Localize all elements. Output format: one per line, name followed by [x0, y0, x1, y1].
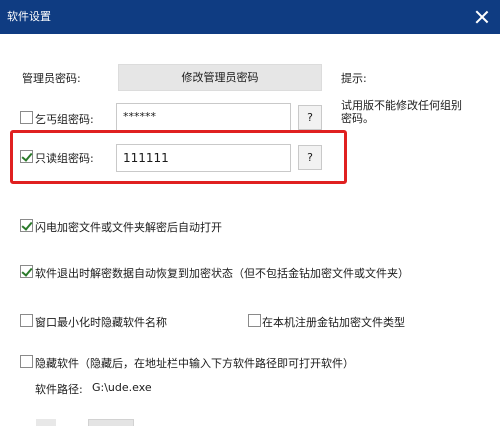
hide-software-label: 隐藏软件（隐藏后，在地址栏中输入下方软件路径即可打开软件）: [35, 357, 354, 370]
change-admin-password-button[interactable]: 修改管理员密码: [118, 64, 322, 91]
auto-restore-label: 软件退出时解密数据自动恢复到加密状态（但不包括金钻加密文件或文件夹）: [35, 267, 409, 280]
readonly-password-help-button[interactable]: ?: [298, 145, 322, 170]
register-type-label: 在本机注册金钻加密文件类型: [262, 316, 405, 329]
hint-text-line2: 密码。: [341, 112, 374, 125]
bottom-partial-button[interactable]: [88, 419, 134, 426]
title-bar: 软件设置: [0, 0, 500, 34]
close-icon[interactable]: [474, 9, 490, 25]
beggar-password-checkbox[interactable]: [20, 111, 33, 124]
hint-title: 提示:: [341, 72, 367, 85]
admin-password-label: 管理员密码:: [22, 72, 81, 85]
bottom-partial-control: [36, 419, 56, 426]
register-type-checkbox[interactable]: [248, 314, 261, 327]
auto-restore-checkbox[interactable]: [20, 265, 33, 278]
software-path-value: G:\ude.exe: [92, 381, 152, 394]
readonly-password-label: 只读组密码:: [35, 152, 94, 165]
minimize-hide-checkbox[interactable]: [20, 314, 33, 327]
readonly-password-checkbox[interactable]: [20, 150, 33, 163]
beggar-password-help-button[interactable]: ?: [298, 105, 322, 130]
minimize-hide-label: 窗口最小化时隐藏软件名称: [35, 316, 167, 329]
flash-open-label: 闪电加密文件或文件夹解密后自动打开: [35, 221, 222, 234]
flash-open-checkbox[interactable]: [20, 219, 33, 232]
software-path-label: 软件路径:: [35, 383, 83, 396]
readonly-password-field[interactable]: 111111: [116, 144, 291, 172]
hide-software-checkbox[interactable]: [20, 355, 33, 368]
beggar-password-field[interactable]: ******: [116, 103, 291, 131]
beggar-password-label: 乞丐组密码:: [35, 113, 94, 126]
window-title: 软件设置: [7, 10, 51, 23]
